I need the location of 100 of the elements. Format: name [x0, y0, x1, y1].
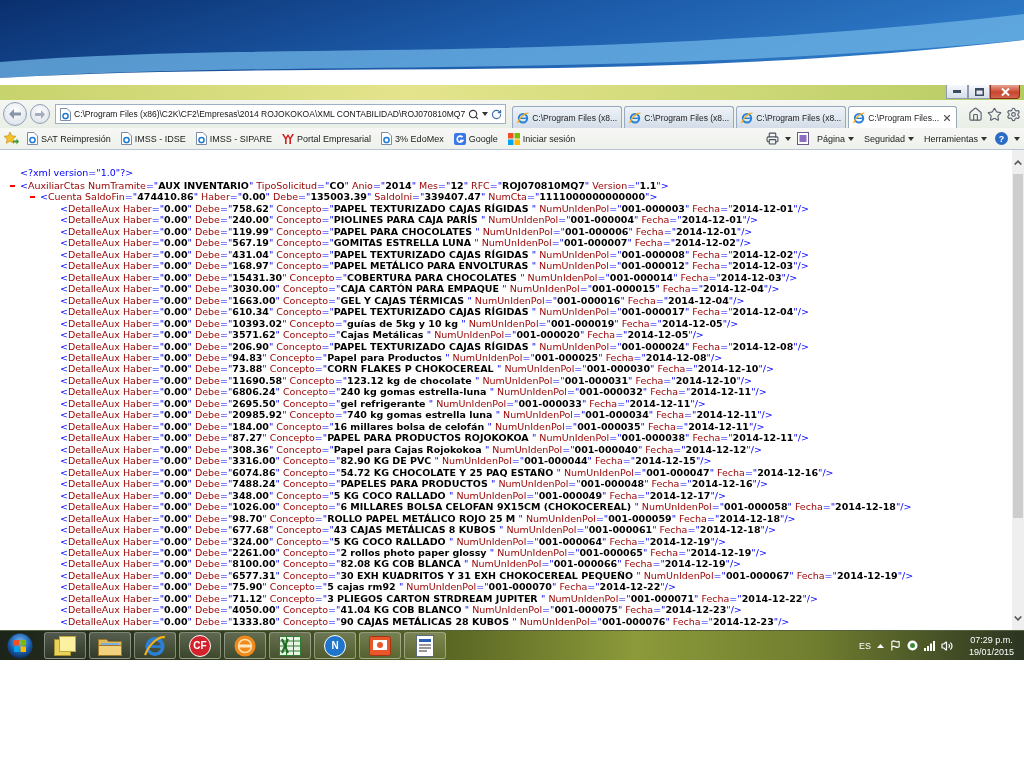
xml-line: <DetalleAux Haber="0.00" Debe="1026.00" Concepto="6 MILLARES BOLSA CELOFAN 9X15CM (CHOKOCEREAL) " NumUnIdenPol="001-000058" Fecha="2014-12-18"/> [60, 501, 912, 513]
arrow-left-icon [9, 109, 21, 119]
xml-line: <DetalleAux Haber="0.00" Debe="324.00" Concepto="5 KG COCO RALLADO " NumUnIdenPol="001-000064" Fecha="2014-12-19"/> [60, 535, 726, 547]
ring-icon[interactable] [906, 640, 918, 651]
address-field[interactable]: C:\Program Files (x86)\C2K\CF2\Empresas\2014 ROJOKOKOA\XML CONTABILIDAD\ROJ070810MQ7 [55, 104, 507, 124]
taskbar-button[interactable] [224, 632, 266, 659]
close-icon[interactable] [942, 112, 953, 123]
caret-icon[interactable] [1014, 136, 1020, 141]
xml-line: <DetalleAux Haber="0.00" Debe="1663.00" Concepto="GEL Y CAJAS TÉRMICAS " NumUnIdenPol="001-000016" Fecha="2014-12-04"/> [60, 294, 745, 306]
minus-icon[interactable] [30, 196, 35, 199]
xml-line: <DetalleAux Haber="0.00" Debe="71.12" Concepto="3 PLIEGOS CARTON STRDREAM JUPITER " NumUnIdenPol="001-000071" Fecha="2014-12-22"/> [60, 592, 818, 605]
taskbar-button[interactable]: N [314, 632, 356, 659]
minus-icon[interactable] [10, 184, 15, 187]
close-button[interactable] [990, 85, 1020, 99]
xml-line: <DetalleAux Haber="0.00" Debe="6074.86" Concepto="54.72 KG CHOCOLATE Y 25 PAQ ESTAÑO " NumUnIdenPol="001-000047" Fecha="2014-12-16"/> [60, 466, 834, 479]
app-logo: N [324, 634, 346, 657]
sticky-notes-icon [54, 635, 76, 656]
language-indicator[interactable]: ES [858, 640, 871, 651]
maximize-icon [974, 87, 984, 96]
printer-icon[interactable] [765, 132, 779, 145]
webpage-icon [27, 132, 38, 145]
xml-line: <AuxiliarCtas NumTramite="AUX INVENTARIO" TipoSolicitud="CO" Anio="2014" Mes="12" RFC="ROJ070810MQ7" Version="1.1"> [20, 179, 669, 192]
favorite-link[interactable]: SAT Reimpresión [25, 130, 113, 147]
xml-line: <DetalleAux Haber="0.00" Debe="6577.31" Concepto="30 EXH KUADRITOS Y 31 EXH CHOKOCEREAL PEQUEÑO " NumUnIdenPol="001-000067" Fecha="2014-12-19"/> [60, 569, 914, 582]
xml-line: <DetalleAux Haber="0.00" Debe="758.62" Concepto="PAPEL TEXTURIZADO CAJAS RÍGIDAS " NumUnIdenPol="001-000003" Fecha="2014-12-01"/> [60, 202, 809, 215]
xml-line: <DetalleAux Haber="0.00" Debe="3316.00" Concepto="82.90 KG DE PVC " NumUnIdenPol="001-000044" Fecha="2014-12-15"/> [60, 455, 712, 467]
browser-icon [144, 634, 166, 657]
browser-tab[interactable]: C:\Program Files (x8... [736, 106, 847, 128]
settings-icon[interactable] [1006, 106, 1022, 122]
browser-icon [741, 111, 754, 124]
search-icon[interactable] [468, 108, 480, 120]
taskbar-button[interactable]: CF [179, 632, 221, 659]
taskbar-button[interactable] [134, 632, 176, 659]
chevron-down-icon[interactable] [1014, 615, 1022, 621]
caret-icon[interactable] [784, 136, 791, 141]
flag-icon[interactable] [889, 640, 901, 651]
xml-line: <DetalleAux Haber="0.00" Debe="87.27" Concepto="PAPEL PARA PRODUCTOS ROJOKOKOA " NumUnIdenPol="001-000038" Fecha="2014-12-11"/> [60, 432, 809, 444]
taskbar-button[interactable] [89, 632, 131, 659]
favorite-link[interactable]: Iniciar sesión [505, 130, 578, 147]
caret-icon[interactable] [482, 112, 489, 116]
logo-icon [282, 133, 295, 144]
favorite-link[interactable]: IMSS - IDSE [118, 130, 188, 147]
taskbar-button[interactable] [44, 632, 86, 659]
webpage-icon [120, 132, 132, 145]
caret-up-icon[interactable] [876, 643, 884, 648]
xml-line: <DetalleAux Haber="0.00" Debe="94.83" Concepto="Papel para Productos " NumUnIdenPol="001-000025" Fecha="2014-12-08"/> [60, 352, 723, 364]
spreadsheet-icon [279, 635, 301, 656]
browser-tab[interactable]: C:\Program Files... [848, 106, 958, 128]
xml-line: <DetalleAux Haber="0.00" Debe="348.00" Concepto="5 KG COCO RALLADO " NumUnIdenPol="001-000049" Fecha="2014-12-17"/> [60, 489, 726, 502]
menu-button[interactable]: Página [814, 130, 856, 147]
xml-line: <DetalleAux Haber="0.00" Debe="75.90" Concepto="5 cajas rm92 " NumUnIdenPol="001-000070" Fecha="2014-12-22"/> [60, 581, 676, 593]
xml-line: <DetalleAux Haber="0.00" Debe="308.36" Concepto="Papel para Cajas Rojokokoa " NumUnIdenPol="001-000040" Fecha="2014-12-12"/> [60, 443, 762, 456]
four-squares-icon [507, 132, 520, 145]
page-icon[interactable] [796, 132, 809, 145]
caret-icon[interactable] [907, 136, 914, 141]
webpage-icon [381, 132, 393, 145]
xml-line: <DetalleAux Haber="0.00" Debe="8100.00" Concepto="82.08 KG COB BLANCA " NumUnIdenPol="001-000066" Fecha="2014-12-19"/> [60, 558, 742, 570]
maximize-button[interactable] [968, 85, 990, 99]
browser-tab[interactable]: C:\Program Files (x8... [512, 106, 623, 128]
xml-declaration: <?xml version="1.0"?> [20, 167, 134, 179]
favorite-link[interactable]: Portal Empresarial [280, 130, 374, 147]
menu-button[interactable]: Herramientas [921, 130, 989, 147]
caret-icon[interactable] [847, 136, 854, 141]
arrow-right-icon [35, 109, 45, 119]
xml-line: <DetalleAux Haber="0.00" Debe="73.88" Concepto="CORN FLAKES P CHOKOCEREAL " NumUnIdenPol="001-000030" Fecha="2014-12-10"/> [60, 363, 774, 375]
favorite-link[interactable]: Google [451, 130, 500, 147]
speaker-icon[interactable] [940, 639, 953, 652]
logo-icon [453, 132, 466, 145]
xml-line: <DetalleAux Haber="0.00" Debe="431.04" Concepto="PAPEL TEXTURIZADO CAJAS RÍGIDAS " NumUnIdenPol="001-000008" Fecha="2014-12-02"/> [60, 248, 809, 260]
close-icon [1000, 87, 1010, 96]
taskbar-button[interactable] [269, 632, 311, 659]
menu-button[interactable]: Seguridad [861, 130, 916, 147]
signal-icon[interactable] [923, 640, 935, 651]
xml-line: <DetalleAux Haber="0.00" Debe="567.19" Concepto="GOMITAS ESTRELLA LUNA " NumUnIdenPol="001-000007" Fecha="2014-12-02"/> [60, 237, 752, 249]
xml-line: <DetalleAux Haber="0.00" Debe="1333.80" Concepto="90 CAJAS METÁLICAS 28 KUBOS " NumUnIdenPol="001-000076" Fecha="2014-12-23"/> [60, 615, 790, 628]
scrollbar-thumb[interactable] [1013, 174, 1023, 518]
favorites-star-icon[interactable] [4, 132, 19, 145]
presentation-icon [369, 635, 391, 656]
xml-line: <DetalleAux Haber="0.00" Debe="3571.62" Concepto="Cajas Metálicas " NumUnIdenPol="001-000020" Fecha="2014-12-05"/> [60, 329, 704, 341]
home-icon[interactable] [968, 106, 984, 122]
xml-line: <DetalleAux Haber="0.00" Debe="3030.00" Concepto="CAJA CARTÓN PARA EMPAQUE " NumUnIdenPol="001-000015" Fecha="2014-12-04"/> [60, 283, 780, 295]
favorite-link[interactable]: 3% EdoMex [379, 130, 446, 147]
taskbar-button[interactable] [359, 632, 401, 659]
star-icon[interactable] [987, 106, 1003, 122]
webpage-icon [195, 132, 207, 145]
back-button[interactable] [3, 102, 27, 126]
taskbar-button[interactable] [404, 632, 446, 659]
disc-icon [234, 634, 256, 657]
chevron-up-icon[interactable] [1014, 159, 1022, 165]
xml-line: <DetalleAux Haber="0.00" Debe="206.90" Concepto="PAPEL TEXTURIZADO CAJAS RÍGIDAS " NumUnIdenPol="001-000024" Fecha="2014-12-08"/> [60, 340, 809, 352]
xml-line: <DetalleAux Haber="0.00" Debe="15431.30" Concepto="COBERTURA PARA CHOCOLATES " NumUnIdenPol="001-000014" Fecha="2014-12-03"/> [60, 271, 798, 283]
refresh-icon[interactable] [491, 108, 503, 120]
favorite-link[interactable]: IMSS - SIPARE [193, 130, 275, 147]
xml-line: <DetalleAux Haber="0.00" Debe="168.97" Concepto="PAPEL METÁLICO PARA ENVOLTURAS " NumUnIdenPol="001-000012" Fecha="2014-12-03"/> [60, 260, 809, 272]
minimize-button[interactable] [946, 85, 968, 99]
browser-tab[interactable]: C:\Program Files (x8... [624, 106, 735, 128]
browser-icon [853, 111, 866, 124]
xml-line: <DetalleAux Haber="0.00" Debe="11690.58" Concepto="123.12 kg de chocolate " NumUnIdenPol="001-000031" Fecha="2014-12-10"/> [60, 374, 752, 387]
caret-icon[interactable] [981, 136, 987, 141]
help-button[interactable]: ? [995, 132, 1008, 145]
